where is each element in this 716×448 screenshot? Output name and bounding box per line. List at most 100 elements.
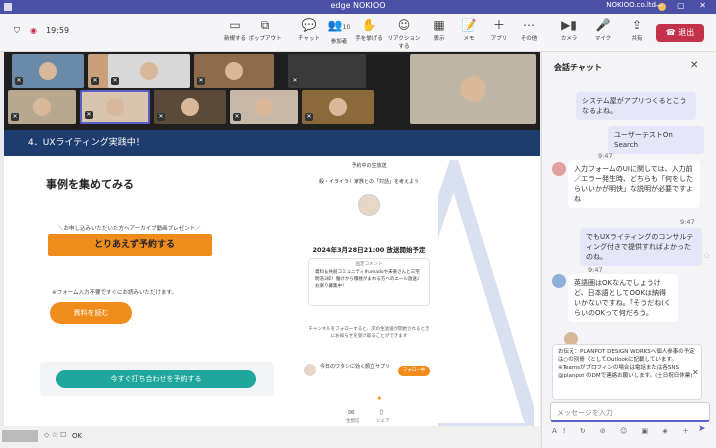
chat-time: 9:47: [588, 266, 603, 274]
chat-button[interactable]: 💬 チャット: [292, 18, 326, 42]
video-tile[interactable]: ✕: [8, 90, 76, 124]
status-bar: ◇ ☆ ☐ OK: [0, 426, 540, 448]
phone-icon: ☎: [665, 28, 676, 37]
notice-close-icon[interactable]: ✕: [692, 368, 699, 377]
window-controls[interactable]: — ▢ ✕: [655, 1, 712, 10]
shield-icon: ⛉: [14, 26, 20, 35]
message-placeholder: メッセージを入力: [557, 409, 613, 417]
meeting-toolbar: ⛉ ◉ 19:59 ▭ 新規する ⧉ ポップアウト 💬 チャット 👥10 参加者 ✋ 手を…: [0, 14, 716, 52]
mute-icon: ✕: [197, 77, 205, 85]
mute-icon: ✕: [233, 113, 241, 121]
mute-icon: ✕: [157, 113, 165, 121]
video-tile[interactable]: ✕: [194, 54, 274, 88]
video-tile[interactable]: ✕: [108, 54, 190, 88]
nav-share: シェア: [376, 419, 390, 424]
video-tile-speaking[interactable]: ✕: [80, 90, 150, 124]
mute-icon: ✕: [85, 111, 93, 119]
phone-mockup: 予約中の生放送 殺・イライラ！家族との「対話」を考えよう 2024年3月28日2…: [300, 160, 438, 446]
raise-hand-button[interactable]: ✋ 手を挙げる: [352, 18, 386, 42]
phone-header: 予約中の生放送: [351, 163, 387, 169]
leave-button[interactable]: ☎ 退出: [656, 24, 704, 42]
apps-button[interactable]: ＋アプリ: [482, 18, 516, 42]
popout-button[interactable]: ⧉ ポップアウト: [248, 18, 282, 42]
mic-button[interactable]: 🎤 マイク: [586, 18, 620, 42]
call-timer: 19:59: [46, 26, 70, 35]
form-note: ※フォーム入力不要ですぐにお読みいただけます。: [52, 290, 177, 296]
follow-button[interactable]: フォロー中: [398, 366, 430, 376]
status-ok: OK: [72, 432, 83, 440]
people-icon: 👥10: [327, 18, 351, 32]
hand-icon: ✋: [361, 18, 377, 32]
chat-icon: 💬: [301, 18, 317, 32]
mic-icon: 🎤: [595, 18, 611, 32]
notes-button[interactable]: 📝 メモ: [452, 18, 486, 42]
record-icon: ◉: [30, 26, 37, 35]
slide-banner: 4．UXライティング実践中！: [4, 130, 540, 156]
video-tile[interactable]: ✕: [288, 54, 366, 88]
contact-button[interactable]: 今すぐ打ち合わせを予約する: [56, 370, 256, 388]
more-icon: ⋯: [523, 18, 535, 32]
new-button[interactable]: ▭ 新規する: [218, 18, 252, 42]
slide-heading: 事例を集めてみる: [46, 178, 134, 191]
avatar[interactable]: [552, 274, 566, 288]
shared-screen: 4．UXライティング実践中！ 事例を集めてみる ＼お申し込みいただいた方へアーカ…: [4, 130, 540, 446]
video-tile[interactable]: ✕: [230, 90, 298, 124]
video-tile[interactable]: ✕: [12, 54, 84, 88]
smile-icon: ☺: [397, 18, 411, 32]
share-icon[interactable]: ⇧: [378, 408, 385, 417]
view-button[interactable]: ▦ 表示: [422, 18, 456, 42]
video-tile[interactable]: ✕: [302, 90, 374, 124]
mute-icon: ✕: [291, 77, 299, 85]
reserve-button[interactable]: とりあえず予約する: [48, 234, 212, 256]
video-tile[interactable]: ✕: [154, 90, 226, 124]
mail-icon[interactable]: ✉: [348, 408, 355, 417]
share-icon: ⇪: [631, 18, 643, 32]
compose-tools[interactable]: A! ↻ ⊘ ☺ ▣ ◈ ＋: [552, 426, 695, 436]
window-icon: ▭: [229, 18, 241, 32]
more-button[interactable]: ⋯ その他: [512, 18, 546, 42]
org-name: NOKIOO.co.ltd: [606, 1, 656, 9]
share-button[interactable]: ⇪ 共有: [620, 18, 654, 42]
chat-message: 英語圏はOKなんでしょうけど、日本語としてOOKは納得いかないですね。「そうだね…: [568, 274, 678, 322]
mute-icon: ✕: [111, 77, 119, 85]
camera-icon: ▶▮: [561, 18, 577, 32]
video-tile-active[interactable]: [410, 54, 536, 124]
chat-message: ユーザーテストOn Search: [608, 126, 704, 154]
read-doc-button[interactable]: 資料を読む: [50, 302, 132, 324]
host-name: 今日のワタシに効く顔立サプリ: [320, 364, 391, 370]
send-icon[interactable]: ➤: [698, 424, 706, 434]
mute-icon: ✕: [15, 77, 23, 85]
chat-panel: 会話チャット ✕ システム屋がアプリつくるとこうなるよね。 ユーザーテストOn …: [541, 52, 716, 448]
notice-banner: お伝え：PLANPOT DESIGN WORKSへ個人参事の予定は○の別冊（とし…: [552, 344, 702, 400]
close-icon[interactable]: ✕: [690, 60, 698, 71]
host-avatar: [358, 194, 380, 216]
mute-icon: ✕: [305, 113, 313, 121]
chat-time: 9:47: [598, 152, 613, 160]
camera-button[interactable]: ▶▮ カメラ: [552, 18, 586, 42]
title-bar: edge NOKIOO NOKIOO.co.ltd — ▢ ✕: [0, 0, 716, 14]
bird-icon: ✦: [376, 394, 383, 403]
popout-icon: ⧉: [260, 18, 270, 32]
nav-live: 生配信: [346, 419, 360, 424]
status-chip: [2, 430, 38, 442]
note-icon: 📝: [461, 18, 477, 32]
plus-icon: ＋: [492, 18, 505, 32]
pinned-comment: 固定コメント 資料＆共創コミュニティ#umadoや未来さんと三宅明浩3枠！働けか…: [308, 258, 430, 306]
chat-title: 会話チャット: [554, 63, 602, 72]
tools-icon[interactable]: ◇ ☆ ☐: [44, 431, 66, 439]
grid-icon: ▦: [433, 18, 445, 32]
chat-time: 9:47: [680, 218, 695, 226]
phone-subtitle: 殺・イライラ！家族との「対話」を考えよう: [319, 179, 419, 185]
avatar[interactable]: [552, 162, 566, 176]
participants-button[interactable]: 👥10 参加者: [322, 18, 356, 45]
chat-message: システム屋がアプリつくるとこうなるよね。: [576, 92, 696, 120]
mute-icon: ✕: [91, 77, 99, 85]
chat-message: 入力フォームのUIに関しては、入力前／エラー発生時、どちらも「何をしたらいいかが…: [568, 160, 700, 208]
phone-datetime: 2024年3月28日21:00 放送開始予定: [312, 246, 426, 254]
comment-body: 資料＆共創コミュニティ#umadoや未来さんと三宅明浩3枠！働けから積極がまわる…: [315, 270, 420, 289]
reaction-button[interactable]: ☺ リアクションする: [386, 18, 422, 50]
message-input[interactable]: メッセージを入力: [550, 402, 710, 422]
read-receipt-icon: ◌: [704, 252, 710, 259]
chat-message: でもUXライティングのコンサルティング付きで提供すればよかったのね。: [580, 228, 702, 266]
host-mini-avatar: [304, 364, 316, 376]
